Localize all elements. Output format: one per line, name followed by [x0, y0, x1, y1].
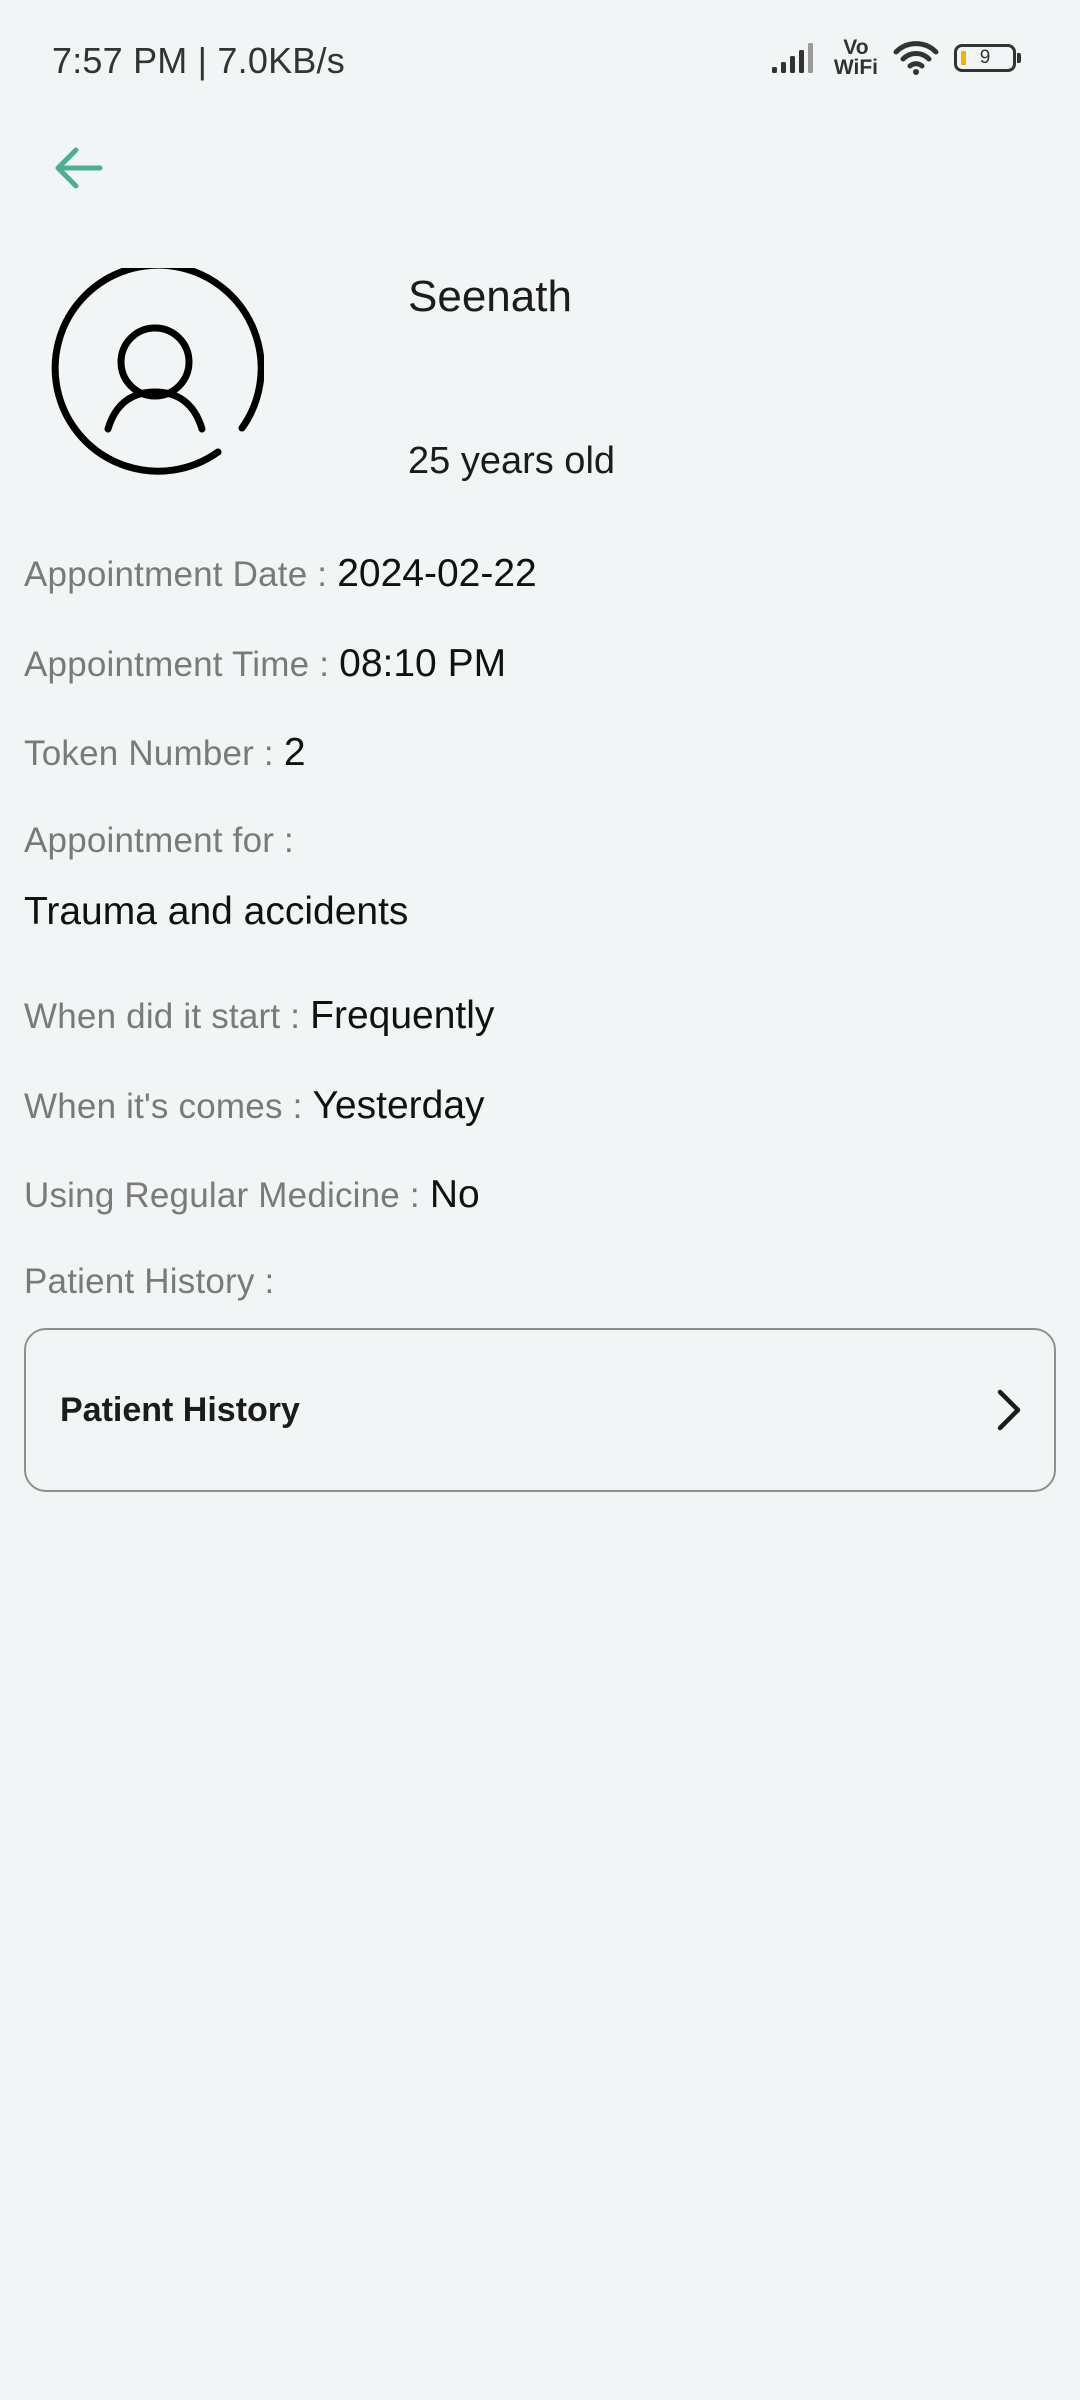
appointment-date-value: 2024-02-22: [337, 552, 537, 595]
battery-icon: 9: [954, 44, 1021, 72]
avatar: [46, 261, 265, 486]
appointment-time-value: 08:10 PM: [339, 642, 507, 685]
regular-medicine-row: Using Regular Medicine : No: [24, 1173, 480, 1217]
start-row: When did it start : Frequently: [24, 994, 494, 1038]
patient-history-row: Patient History :: [24, 1262, 274, 1302]
status-time: 7:57 PM | 7.0KB/s: [52, 40, 345, 81]
comes-value: Yesterday: [312, 1084, 485, 1127]
status-bar: 7:57 PM | 7.0KB/s Vo WiFi 9: [0, 0, 1080, 120]
appointment-for-label: Appointment for :: [24, 821, 294, 860]
signal-icon: [771, 43, 813, 73]
patient-history-card-label: Patient History: [60, 1390, 300, 1429]
patient-history-label: Patient History :: [24, 1262, 275, 1301]
token-number-label: Token Number :: [24, 734, 274, 773]
comes-row: When it's comes : Yesterday: [24, 1084, 485, 1128]
appointment-date-label: Appointment Date :: [24, 555, 328, 594]
regular-medicine-label: Using Regular Medicine :: [24, 1176, 420, 1215]
token-number-row: Token Number : 2: [24, 731, 306, 775]
patient-history-card[interactable]: Patient History: [24, 1328, 1056, 1492]
token-number-value: 2: [283, 731, 306, 774]
appointment-time-label: Appointment Time :: [24, 645, 330, 684]
arrow-left-icon: [55, 147, 103, 189]
appointment-for-row: Appointment for :: [24, 821, 294, 861]
appointment-date-row: Appointment Date : 2024-02-22: [24, 552, 537, 596]
user-icon: [51, 261, 265, 475]
regular-medicine-value: No: [429, 1173, 480, 1216]
start-label: When did it start :: [24, 997, 301, 1036]
patient-age: 25 years old: [408, 440, 616, 482]
start-value: Frequently: [310, 994, 495, 1037]
patient-name: Seenath: [408, 272, 572, 321]
appointment-for-value: Trauma and accidents: [24, 890, 409, 933]
wifi-icon: [893, 41, 939, 75]
chevron-right-icon: [997, 1389, 1021, 1431]
comes-label: When it's comes :: [24, 1087, 303, 1126]
vowifi-icon: Vo WiFi: [833, 36, 878, 79]
back-button[interactable]: [44, 134, 112, 202]
appointment-time-row: Appointment Time : 08:10 PM: [24, 642, 506, 686]
status-icons: Vo WiFi 9: [770, 36, 1021, 79]
